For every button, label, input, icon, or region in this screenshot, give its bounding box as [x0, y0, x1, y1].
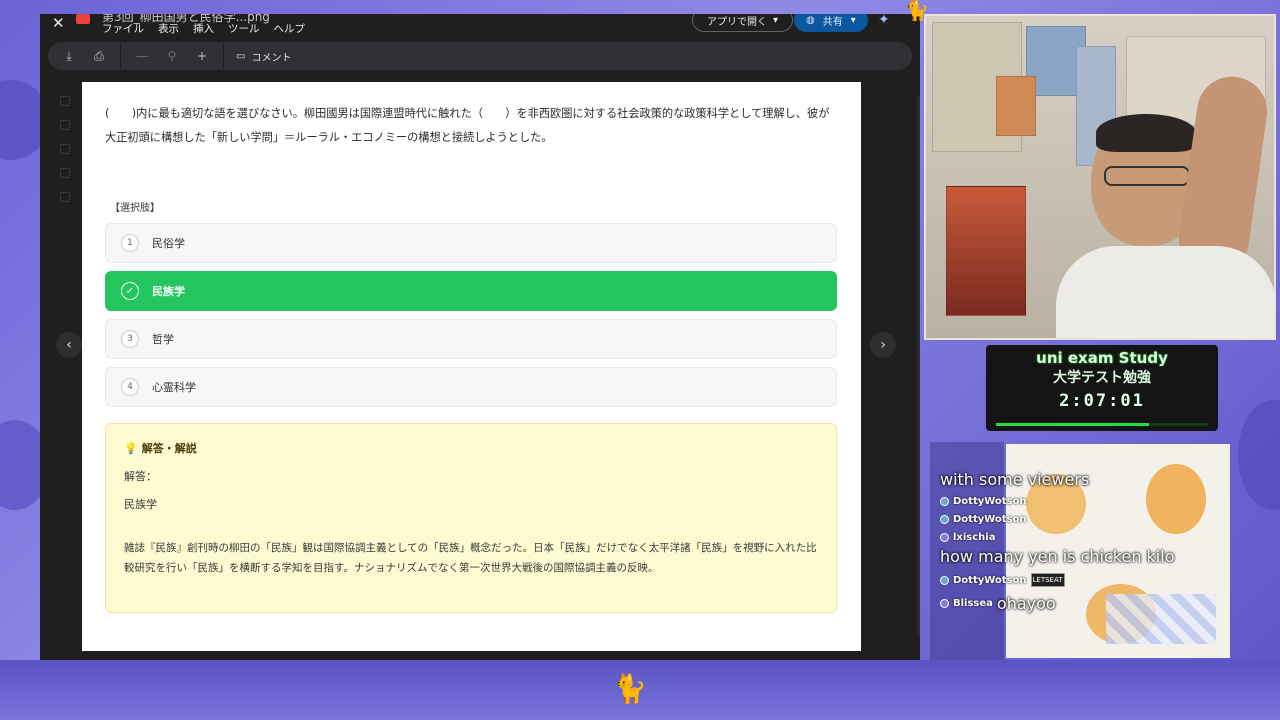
choice-option-4[interactable]: 4 心霊科学 [105, 367, 837, 407]
background-pattern [1238, 400, 1280, 510]
globe-icon: ◍ [806, 14, 815, 26]
badge-icon [940, 599, 949, 608]
answer-title: 💡 解答・解説 [124, 440, 818, 456]
chat-overlay: with some viewers DottyWotson DottyWotso… [940, 470, 1240, 620]
menu-file[interactable]: ファイル [102, 21, 144, 36]
timer-progress-fill [996, 423, 1149, 426]
comment-button[interactable]: ▭ コメント [230, 49, 291, 64]
viewer-toolbar: ⤓ ⎙ — ⚲ + ▭ コメント [48, 42, 912, 70]
choice-option-1[interactable]: 1 民俗学 [105, 223, 837, 263]
sidebar-icon [60, 144, 70, 154]
choice-label: 心霊科学 [152, 381, 196, 394]
study-timer-panel: uni exam Study 大学テスト勉強 2:07:01 [986, 345, 1218, 431]
chat-message: DottyWotson LETSEAT [940, 573, 1240, 587]
image-file-icon [76, 14, 90, 24]
chevron-down-icon: ▾ [773, 14, 779, 26]
open-with-app-button[interactable]: アプリで開く ▾ [692, 14, 794, 32]
lightbulb-icon: 💡 [124, 441, 138, 455]
chat-username: DottyWotson [953, 514, 1027, 525]
comment-icon: ▭ [236, 50, 246, 62]
chat-username: Blissea [953, 598, 993, 609]
chat-username: lxischia [953, 532, 996, 543]
choice-option-3[interactable]: 3 哲学 [105, 319, 837, 359]
share-label: 共有 [822, 16, 843, 28]
badge-icon [940, 497, 949, 506]
chat-message: DottyWotson [940, 496, 1240, 507]
question-text: ( )内に最も適切な語を選びなさい。柳田國男は国際連盟時代に触れた（ ）を非西欧… [105, 107, 830, 144]
sidebar-icon [60, 168, 70, 178]
person-hair [1096, 114, 1196, 152]
stream-title-english: uni exam Study [1036, 349, 1168, 367]
wall-poster [946, 186, 1026, 316]
open-with-label: アプリで開く [707, 16, 767, 28]
menu-insert[interactable]: 挿入 [193, 21, 214, 36]
sidebar-icon [60, 120, 70, 130]
checkmark-icon: ✓ [121, 282, 139, 300]
answer-value: 民族学 [124, 498, 157, 511]
stream-title-japanese: 大学テスト勉強 [1053, 370, 1151, 386]
menu-tools[interactable]: ツール [228, 21, 260, 36]
chat-message: lxischia how many yen is chicken kilo [940, 532, 1230, 566]
previous-arrow-icon[interactable]: ‹ [56, 332, 82, 358]
answer-label: 解答： [124, 470, 157, 483]
chat-message: with some viewers [940, 470, 1240, 489]
next-arrow-icon[interactable]: › [870, 332, 896, 358]
chat-text: how many yen is chicken kilo [940, 547, 1175, 566]
zoom-in-icon[interactable]: + [187, 49, 217, 63]
pixel-cat-icon: 🐈 [612, 672, 647, 705]
background-sidebar-icons [60, 96, 74, 216]
chat-message: DottyWotson [940, 514, 1240, 525]
badge-icon [940, 515, 949, 524]
person-shirt [1056, 246, 1274, 338]
badge-icon [940, 533, 949, 542]
person-glasses [1104, 166, 1190, 186]
chat-text: ohayoo [996, 594, 1056, 613]
choice-number: 1 [121, 234, 139, 252]
scrollbar[interactable] [917, 96, 920, 636]
zoom-out-icon[interactable]: — [127, 49, 157, 63]
chat-username: DottyWotson [953, 496, 1027, 507]
drive-viewer-window: ✕ 第3回_柳田国男と民俗学...png ファイル 表示 挿入 ツール ヘルプ … [40, 14, 920, 660]
explanation-text: 雑誌『民族』創刊時の柳田の「民族」観は国際協調主義としての「民族」概念だった。日… [124, 542, 817, 574]
wall-poster [996, 76, 1036, 136]
choice-number: 3 [121, 330, 139, 348]
choice-label: 民族学 [152, 285, 185, 298]
print-icon[interactable]: ⎙ [84, 49, 114, 64]
pixel-cat-icon: 🐈 [904, 0, 929, 22]
toolbar-divider [223, 44, 224, 68]
menu-bar: ファイル 表示 挿入 ツール ヘルプ [102, 21, 305, 36]
answer-explanation-box: 💡 解答・解説 解答： 民族学 雑誌『民族』創刊時の柳田の「民族」観は国際協調主… [105, 423, 837, 613]
choice-label: 哲学 [152, 333, 174, 346]
chat-message: Blissea ohayoo [940, 594, 1240, 613]
badge-icon [940, 575, 949, 585]
viewer-titlebar: ✕ 第3回_柳田国男と民俗学...png ファイル 表示 挿入 ツール ヘルプ … [40, 14, 920, 40]
choice-option-2-correct[interactable]: ✓ 民族学 [105, 271, 837, 311]
chat-text: with some viewers [940, 470, 1090, 489]
gemini-icon[interactable]: ✦ [878, 14, 890, 28]
sidebar-icon [60, 96, 70, 106]
comment-label: コメント [251, 52, 292, 64]
choice-number: 4 [121, 378, 139, 396]
menu-view[interactable]: 表示 [158, 21, 179, 36]
emote-letseat: LETSEAT [1030, 573, 1065, 587]
timer-clock: 2:07:01 [1059, 391, 1145, 411]
toolbar-divider [120, 44, 121, 68]
close-icon[interactable]: ✕ [52, 14, 65, 32]
chevron-down-icon: ▾ [850, 14, 856, 26]
choice-label: 民俗学 [152, 237, 185, 250]
download-icon[interactable]: ⤓ [54, 49, 84, 64]
menu-help[interactable]: ヘルプ [274, 21, 306, 36]
answer-title-text: 解答・解説 [141, 442, 197, 455]
zoom-search-icon[interactable]: ⚲ [157, 49, 187, 63]
webcam-feed [924, 14, 1276, 340]
timer-progress-bar [996, 423, 1208, 426]
document-page: ( )内に最も適切な語を選びなさい。柳田國男は国際連盟時代に触れた（ ）を非西欧… [82, 82, 861, 651]
share-button[interactable]: ◍ 共有 ▾ [794, 14, 868, 32]
sidebar-icon [60, 192, 70, 202]
choices-heading: 【選択肢】 [110, 203, 160, 214]
chat-username: DottyWotson [953, 574, 1027, 586]
